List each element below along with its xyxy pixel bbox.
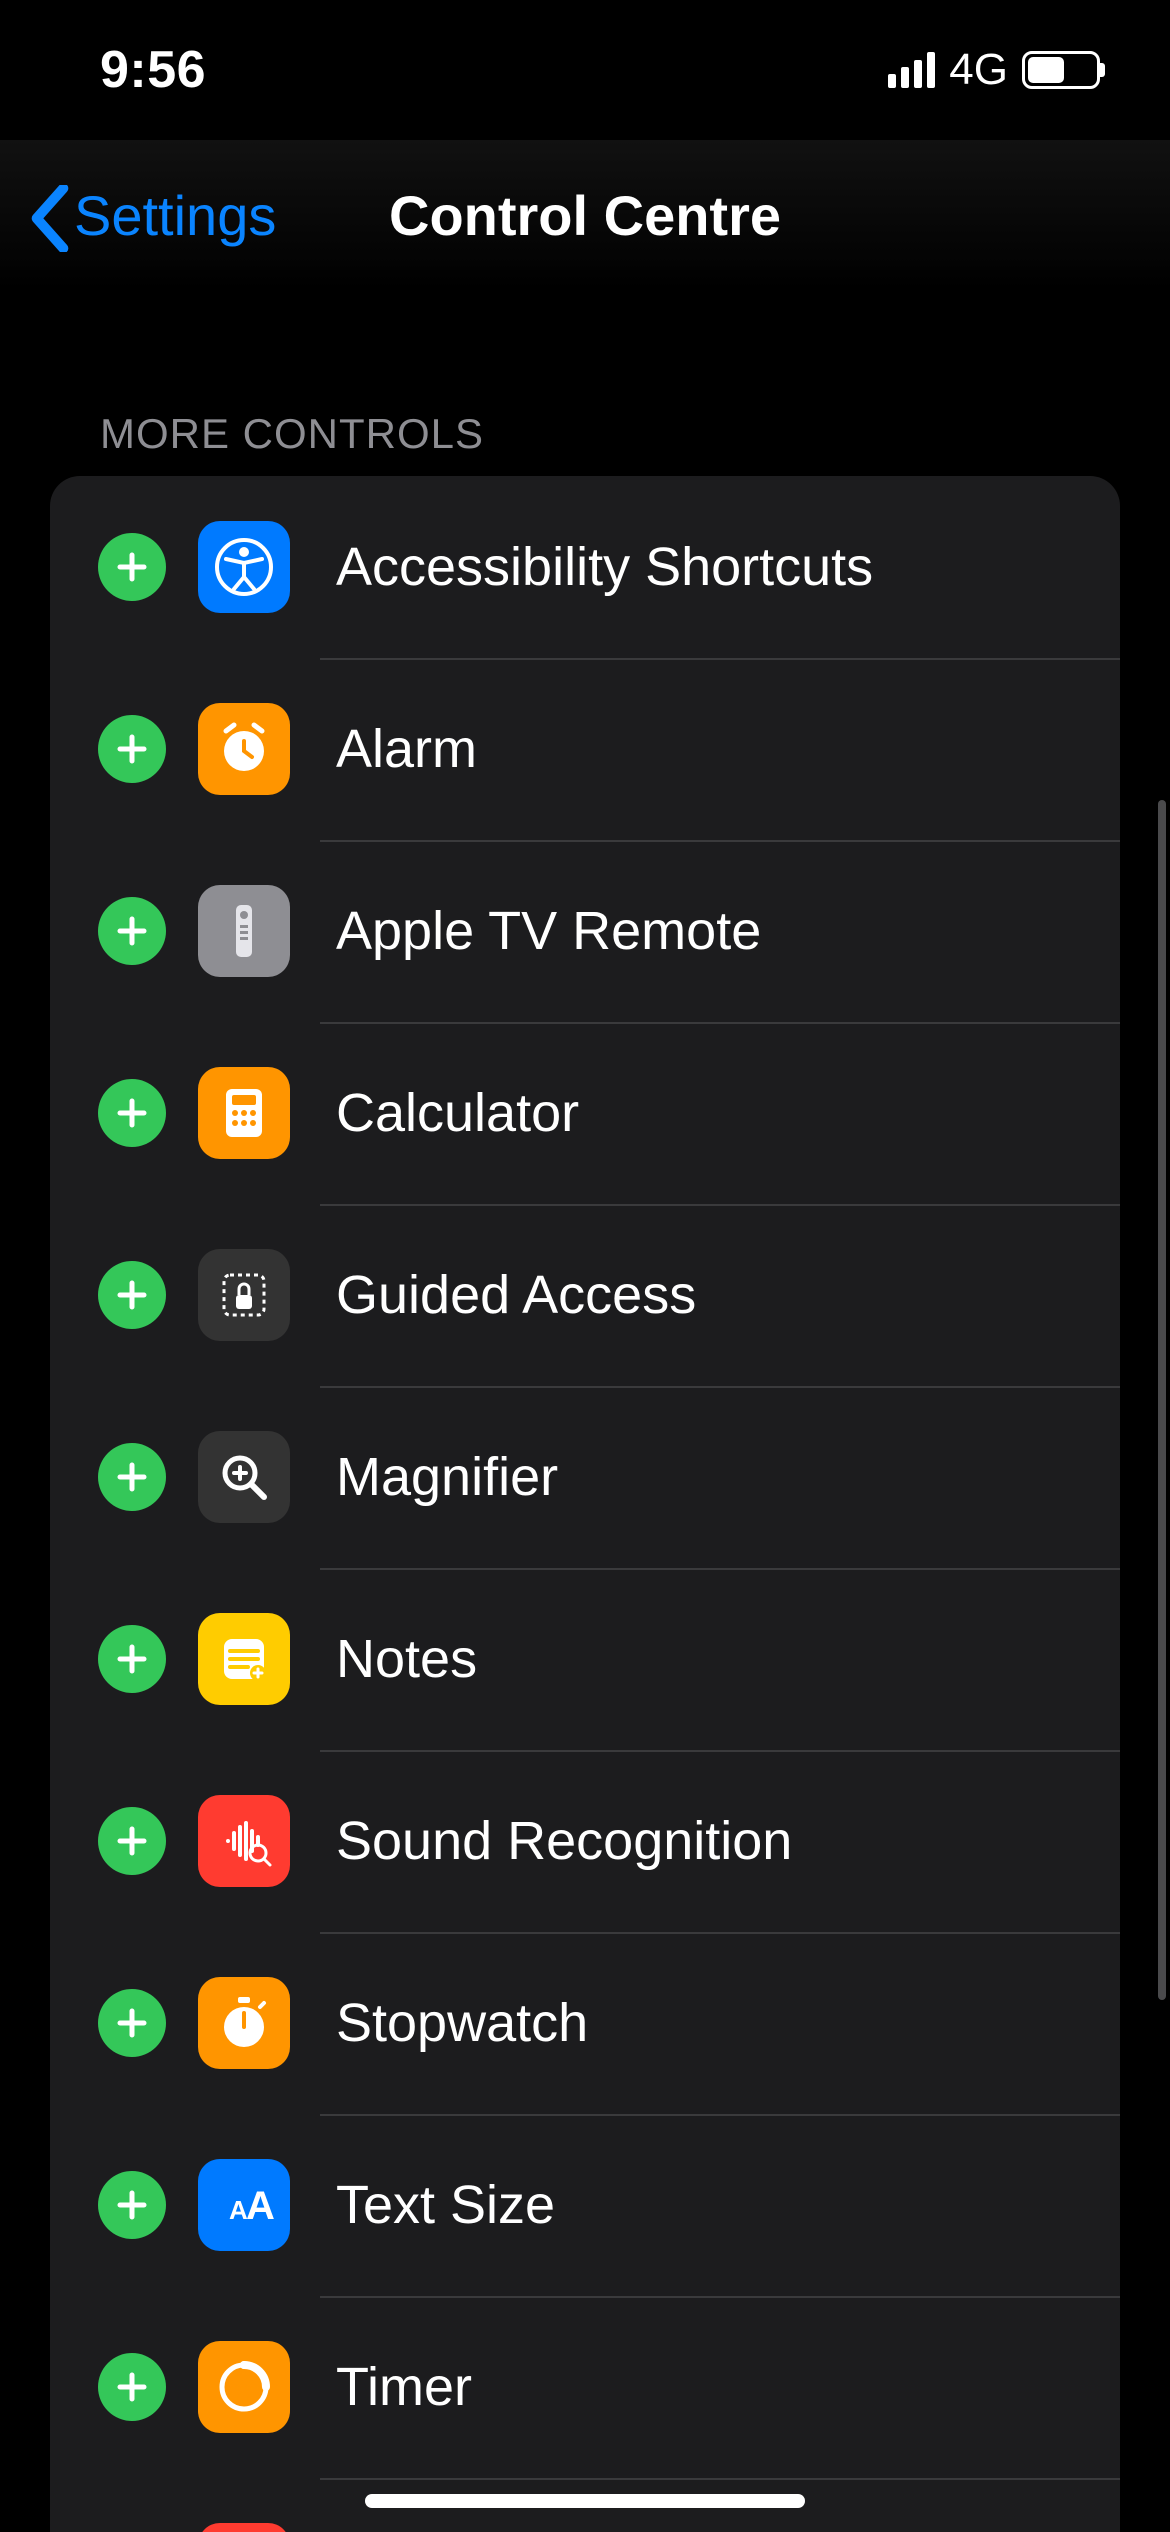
- back-button[interactable]: Settings: [30, 183, 276, 248]
- alarm-icon: [198, 703, 290, 795]
- control-row-apple-tv-remote: Apple TV Remote: [50, 840, 1120, 1022]
- page-title: Control Centre: [389, 183, 781, 248]
- control-label-notes: Notes: [336, 1628, 477, 1690]
- add-button-stopwatch[interactable]: [98, 1989, 166, 2057]
- control-row-magnifier: Magnifier: [50, 1386, 1120, 1568]
- plus-icon: [114, 2187, 150, 2223]
- control-row-sound-recognition: Sound Recognition: [50, 1750, 1120, 1932]
- control-label-apple-tv-remote: Apple TV Remote: [336, 900, 761, 962]
- status-time: 9:56: [100, 40, 206, 100]
- control-label-magnifier: Magnifier: [336, 1446, 558, 1508]
- add-button-guided-access[interactable]: [98, 1261, 166, 1329]
- apple-tv-remote-icon: [198, 885, 290, 977]
- plus-icon: [114, 2005, 150, 2041]
- calculator-icon: [198, 1067, 290, 1159]
- accessibility-shortcuts-icon: [198, 521, 290, 613]
- add-button-timer[interactable]: [98, 2353, 166, 2421]
- control-label-accessibility-shortcuts: Accessibility Shortcuts: [336, 536, 873, 598]
- add-button-alarm[interactable]: [98, 715, 166, 783]
- control-label-text-size: Text Size: [336, 2174, 555, 2236]
- section-header-more-controls: More Controls: [0, 290, 1170, 476]
- add-button-accessibility-shortcuts[interactable]: [98, 533, 166, 601]
- magnifier-icon: [198, 1431, 290, 1523]
- scroll-indicator[interactable]: [1158, 800, 1166, 2000]
- guided-access-icon: [198, 1249, 290, 1341]
- control-label-stopwatch: Stopwatch: [336, 1992, 588, 2054]
- plus-icon: [114, 1459, 150, 1495]
- add-button-magnifier[interactable]: [98, 1443, 166, 1511]
- network-label: 4G: [949, 45, 1008, 95]
- home-indicator[interactable]: [365, 2494, 805, 2508]
- plus-icon: [114, 1277, 150, 1313]
- add-button-apple-tv-remote[interactable]: [98, 897, 166, 965]
- plus-icon: [114, 731, 150, 767]
- plus-icon: [114, 2369, 150, 2405]
- notes-icon: [198, 1613, 290, 1705]
- plus-icon: [114, 549, 150, 585]
- plus-icon: [114, 1641, 150, 1677]
- control-label-calculator: Calculator: [336, 1082, 579, 1144]
- add-button-notes[interactable]: [98, 1625, 166, 1693]
- control-row-guided-access: Guided Access: [50, 1204, 1120, 1386]
- control-row-timer: Timer: [50, 2296, 1120, 2478]
- control-label-sound-recognition: Sound Recognition: [336, 1810, 792, 1872]
- control-label-alarm: Alarm: [336, 718, 477, 780]
- status-right: 4G: [888, 45, 1100, 95]
- add-button-sound-recognition[interactable]: [98, 1807, 166, 1875]
- plus-icon: [114, 913, 150, 949]
- control-row-calculator: Calculator: [50, 1022, 1120, 1204]
- control-row-text-size: Text Size: [50, 2114, 1120, 2296]
- plus-icon: [114, 1095, 150, 1131]
- add-button-calculator[interactable]: [98, 1079, 166, 1147]
- control-row-notes: Notes: [50, 1568, 1120, 1750]
- plus-icon: [114, 1823, 150, 1859]
- control-label-timer: Timer: [336, 2356, 472, 2418]
- controls-list: Accessibility Shortcuts Alarm Apple TV Rem…: [50, 476, 1120, 2532]
- voice-memos-icon: [198, 2523, 290, 2532]
- control-row-accessibility-shortcuts: Accessibility Shortcuts: [50, 476, 1120, 658]
- control-label-guided-access: Guided Access: [336, 1264, 696, 1326]
- control-row-stopwatch: Stopwatch: [50, 1932, 1120, 2114]
- battery-level: [1028, 57, 1064, 83]
- sound-recognition-icon: [198, 1795, 290, 1887]
- signal-strength-icon: [888, 52, 935, 88]
- status-bar: 9:56 4G: [0, 0, 1170, 140]
- add-button-text-size[interactable]: [98, 2171, 166, 2239]
- text-size-icon: [198, 2159, 290, 2251]
- back-label: Settings: [74, 183, 276, 248]
- nav-bar: Settings Control Centre: [0, 140, 1170, 290]
- control-row-alarm: Alarm: [50, 658, 1120, 840]
- timer-icon: [198, 2341, 290, 2433]
- stopwatch-icon: [198, 1977, 290, 2069]
- chevron-left-icon: [30, 185, 70, 245]
- battery-icon: [1022, 51, 1100, 89]
